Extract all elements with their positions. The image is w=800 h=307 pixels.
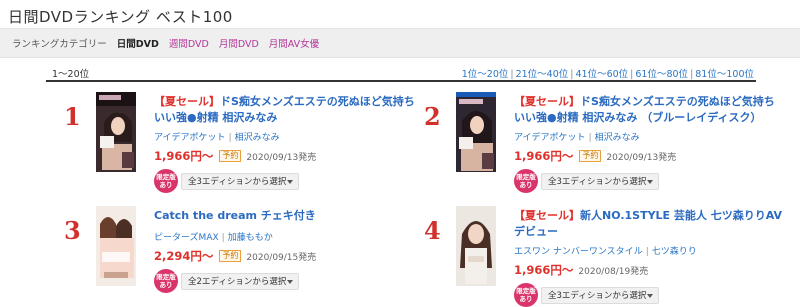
edition-select-label: 全2エディションから選択	[188, 277, 287, 287]
release-date: 2020/09/13発売	[606, 152, 677, 163]
actress-link[interactable]: 相沢みなみ	[235, 133, 280, 143]
price: 1,966円〜	[514, 149, 574, 163]
price: 2,294円〜	[154, 249, 214, 263]
product-thumbnail[interactable]	[456, 206, 496, 286]
product-thumbnail[interactable]	[96, 92, 136, 172]
price: 1,966円〜	[154, 149, 214, 163]
limited-edition-badge: 限定版 あり	[514, 283, 538, 307]
release-date: 2020/09/15発売	[246, 252, 317, 263]
item-info: Catch the dream チェキ付き ピーターズMAX | 加藤ももか 2,2…	[154, 208, 424, 293]
edition-select-label: 全3エディションから選択	[188, 177, 287, 187]
product-title[interactable]: 【夏セール】ドS痴女メンズエステの死ぬほど気持ちいい強●射精 相沢みなみ （ブル…	[514, 94, 784, 126]
chevron-down-icon	[287, 279, 293, 284]
rank-number: 2	[424, 102, 441, 131]
actress-link[interactable]: 相沢みなみ	[595, 133, 640, 143]
ranking-item: 3 Catch the dream チェキ付き ピーターズMAX | 加藤ももか 2…	[50, 206, 430, 306]
pager-link-2[interactable]: 21位〜40位	[516, 69, 569, 80]
item-info: 【夏セール】ドS痴女メンズエステの死ぬほど気持ちいい強●射精 相沢みなみ （ブル…	[514, 94, 784, 193]
price: 1,966円〜	[514, 263, 574, 277]
product-thumbnail[interactable]	[456, 92, 496, 172]
ranking-item: 2 【夏セール】ドS痴女メンズエステの死ぬほど気持ちいい強●射精 相沢みなみ （…	[410, 92, 790, 193]
rank-pager: 1位〜20位 | 21位〜40位 | 41位〜60位 | 61位〜80位 | 81位〜100位	[461, 69, 754, 80]
chevron-down-icon	[647, 293, 653, 298]
category-monthly-actress[interactable]: 月間AV女優	[269, 36, 319, 50]
category-monthly-dvd[interactable]: 月間DVD	[219, 36, 259, 50]
chevron-down-icon	[647, 179, 653, 184]
current-range: 1〜20位	[52, 69, 90, 80]
maker-link[interactable]: アイデアポケット	[514, 133, 586, 143]
preorder-badge: 予約	[219, 150, 242, 162]
sale-label: 【夏セール】	[514, 209, 580, 222]
category-label: ランキングカテゴリー	[12, 39, 107, 50]
edition-select[interactable]: 全3エディションから選択	[181, 172, 299, 190]
product-title[interactable]: 【夏セール】ドS痴女メンズエステの死ぬほど気持ちいい強●射精 相沢みなみ	[154, 94, 424, 126]
limited-edition-badge: 限定版 あり	[154, 269, 178, 293]
range-row: 1〜20位 1位〜20位 | 21位〜40位 | 41位〜60位 | 61位〜80位 | 81位…	[46, 66, 756, 82]
pager-link-3[interactable]: 41位〜60位	[575, 69, 628, 80]
rank-number: 1	[64, 102, 81, 131]
release-date: 2020/09/13発売	[246, 152, 317, 163]
edition-select[interactable]: 全3エディションから選択	[541, 286, 659, 304]
page-title: 日間DVDランキング ベスト100	[8, 8, 233, 26]
ranking-item: 1 【夏セール】ドS痴女メンズエステの死ぬほど気持ちいい強●射精 相沢みなみ ア…	[50, 92, 430, 193]
preorder-badge: 予約	[579, 150, 602, 162]
pager-link-4[interactable]: 61位〜80位	[635, 69, 688, 80]
rank-number: 3	[64, 216, 81, 245]
preorder-badge: 予約	[219, 250, 242, 262]
edition-select-label: 全3エディションから選択	[548, 177, 647, 187]
limited-edition-badge: 限定版 あり	[154, 169, 178, 193]
product-title-text: Catch the dream チェキ付き	[154, 209, 316, 222]
product-title[interactable]: Catch the dream チェキ付き	[154, 208, 424, 224]
item-info: 【夏セール】新人NO.1STYLE 芸能人 七ツ森りりAVデビュー エスワン ナ…	[514, 208, 784, 307]
actress-link[interactable]: 加藤ももか	[228, 233, 273, 243]
maker-link[interactable]: ピーターズMAX	[154, 233, 219, 243]
actress-link[interactable]: 七ツ森りり	[652, 247, 697, 257]
edition-select[interactable]: 全2エディションから選択	[181, 272, 299, 290]
rank-number: 4	[424, 216, 441, 245]
product-thumbnail[interactable]	[96, 206, 136, 286]
edition-select-label: 全3エディションから選択	[548, 291, 647, 301]
maker-link[interactable]: アイデアポケット	[154, 133, 226, 143]
category-daily-dvd[interactable]: 日間DVD	[117, 36, 159, 50]
category-bar: ランキングカテゴリー 日間DVD 週間DVD 月間DVD 月間AV女優	[0, 28, 800, 58]
product-title[interactable]: 【夏セール】新人NO.1STYLE 芸能人 七ツ森りりAVデビュー	[514, 208, 784, 240]
maker-link[interactable]: エスワン ナンバーワンスタイル	[514, 247, 643, 257]
release-date: 2020/08/19発売	[578, 266, 649, 277]
edition-select[interactable]: 全3エディションから選択	[541, 172, 659, 190]
pager-link-1[interactable]: 1位〜20位	[462, 69, 509, 80]
sale-label: 【夏セール】	[514, 95, 580, 108]
chevron-down-icon	[287, 179, 293, 184]
ranking-item: 4 【夏セール】新人NO.1STYLE 芸能人 七ツ森りりAVデビュー エスワン…	[410, 206, 790, 307]
pager-link-5[interactable]: 81位〜100位	[695, 69, 754, 80]
sale-label: 【夏セール】	[154, 95, 220, 108]
item-info: 【夏セール】ドS痴女メンズエステの死ぬほど気持ちいい強●射精 相沢みなみ アイデ…	[154, 94, 424, 193]
category-weekly-dvd[interactable]: 週間DVD	[169, 36, 209, 50]
limited-edition-badge: 限定版 あり	[514, 169, 538, 193]
